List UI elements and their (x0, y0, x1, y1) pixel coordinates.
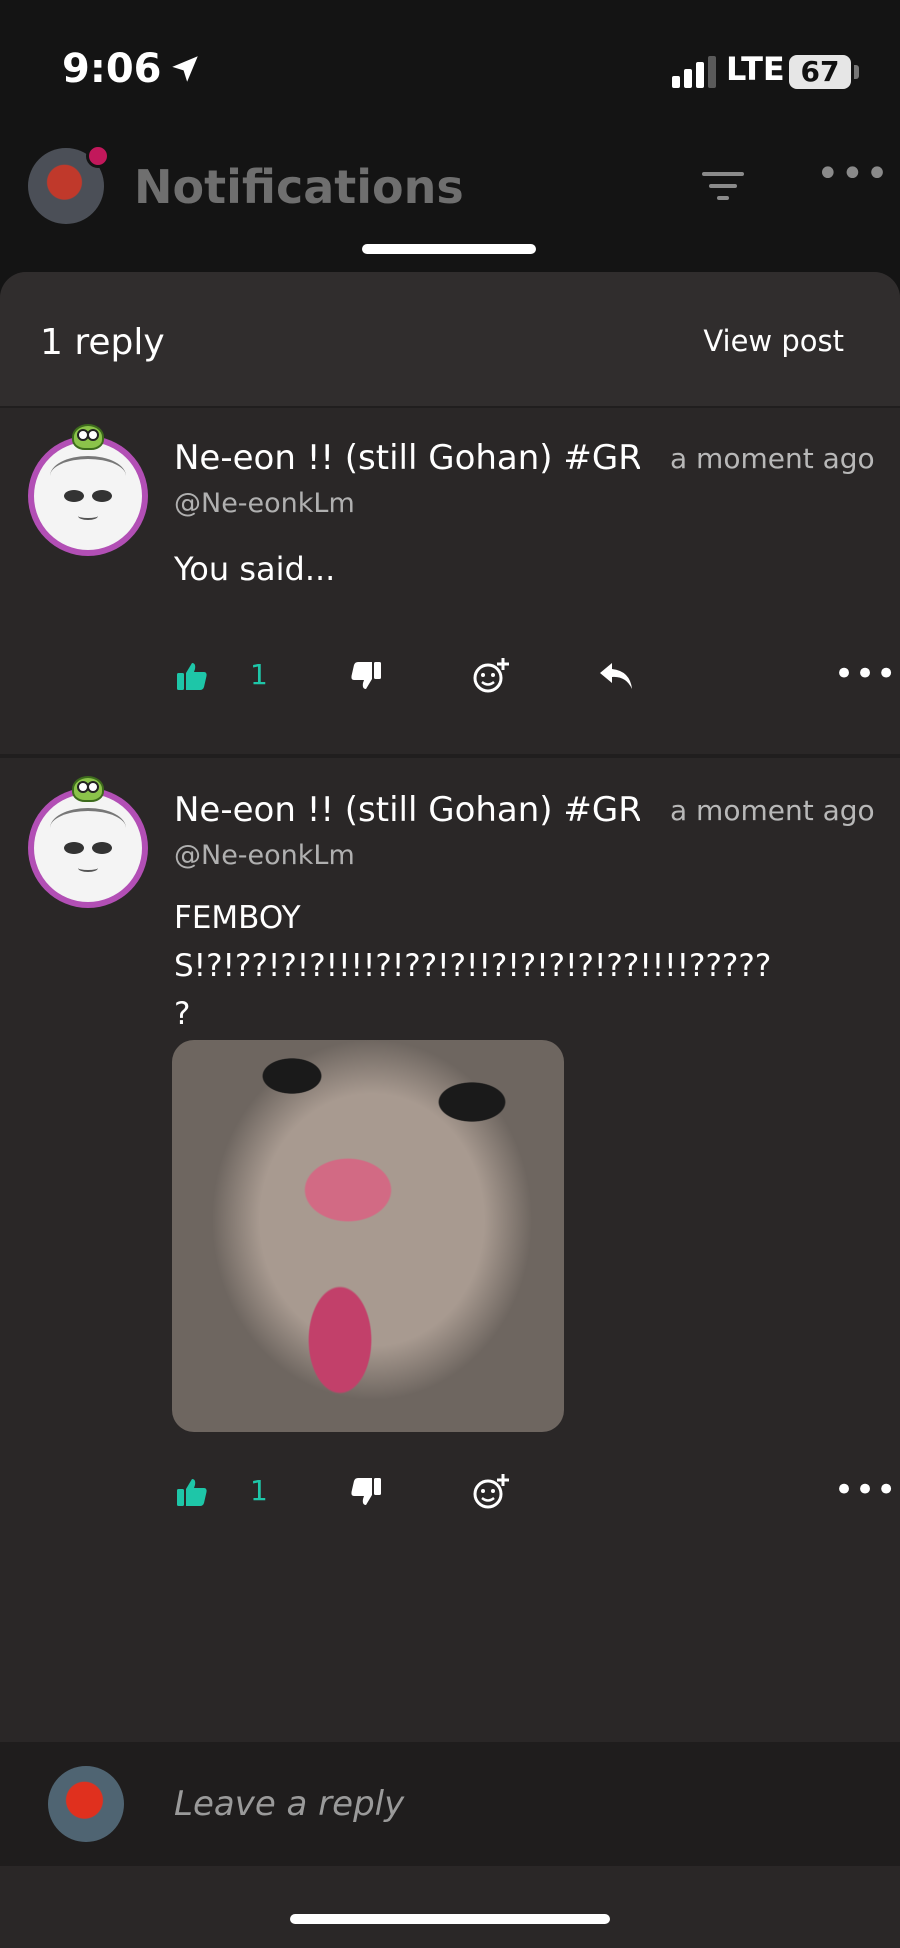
page-title: Notifications (134, 160, 464, 214)
commenter-handle[interactable]: @Ne-eonkLm (174, 488, 355, 519)
more-options-icon[interactable]: ••• (834, 1470, 897, 1510)
more-horizontal-icon[interactable]: ••• (816, 154, 889, 200)
comment-body: You said... (174, 550, 336, 588)
status-bar: 9:06 LTE 67 (0, 0, 900, 120)
commenter-name[interactable]: Ne-eon !! (still Gohan) #GR (174, 438, 640, 478)
status-time: 9:06 (62, 46, 162, 92)
user-avatar (48, 1766, 124, 1842)
cat-meme-image[interactable] (172, 1040, 564, 1432)
thumbs-up-icon[interactable] (172, 1462, 212, 1522)
add-reaction-icon[interactable] (466, 1462, 516, 1522)
network-type: LTE (726, 50, 785, 88)
like-count: 1 (250, 1474, 268, 1507)
replies-sheet: 1 reply View post Ne-eon !! (still Gohan… (0, 272, 900, 1948)
home-indicator[interactable] (290, 1914, 610, 1924)
comment-item: Ne-eon !! (still Gohan) #GR a moment ago… (0, 410, 900, 758)
comment-actions: 1 ••• (0, 646, 900, 706)
thumbs-down-icon[interactable] (346, 1462, 386, 1522)
add-reaction-icon[interactable] (466, 646, 516, 706)
filter-icon[interactable] (700, 168, 746, 204)
signal-bars-icon (672, 56, 716, 88)
battery-indicator: 67 (789, 55, 851, 89)
comment-time: a moment ago (670, 442, 875, 475)
notification-dot (86, 144, 110, 168)
commenter-avatar[interactable] (26, 424, 150, 556)
comment-time: a moment ago (670, 794, 875, 827)
battery-nub (854, 65, 859, 79)
more-options-icon[interactable]: ••• (834, 654, 897, 694)
commenter-name[interactable]: Ne-eon !! (still Gohan) #GR (174, 790, 640, 830)
comment-actions: 1 ••• (0, 1462, 900, 1522)
comment-body: FEMBOYS!?!??!?!?!!!!?!??!?!!?!?!?!?!??!!… (174, 900, 772, 1032)
sheet-title: 1 reply (40, 322, 165, 363)
view-post-link[interactable]: View post (703, 324, 844, 358)
reply-icon[interactable] (594, 646, 638, 706)
frog-badge-icon (72, 776, 104, 802)
reply-input[interactable] (174, 1776, 774, 1832)
commenter-avatar[interactable] (26, 776, 150, 908)
comment-item: Ne-eon !! (still Gohan) #GR a moment ago… (0, 762, 900, 1582)
thumbs-down-icon[interactable] (346, 646, 386, 706)
frog-badge-icon (72, 424, 104, 450)
thumbs-up-icon[interactable] (172, 646, 212, 706)
location-arrow-icon (172, 56, 198, 82)
like-count: 1 (250, 658, 268, 691)
sheet-header: 1 reply View post (0, 272, 900, 408)
commenter-handle[interactable]: @Ne-eonkLm (174, 840, 355, 871)
reply-bar (0, 1742, 900, 1866)
sheet-grabber[interactable] (362, 244, 536, 254)
